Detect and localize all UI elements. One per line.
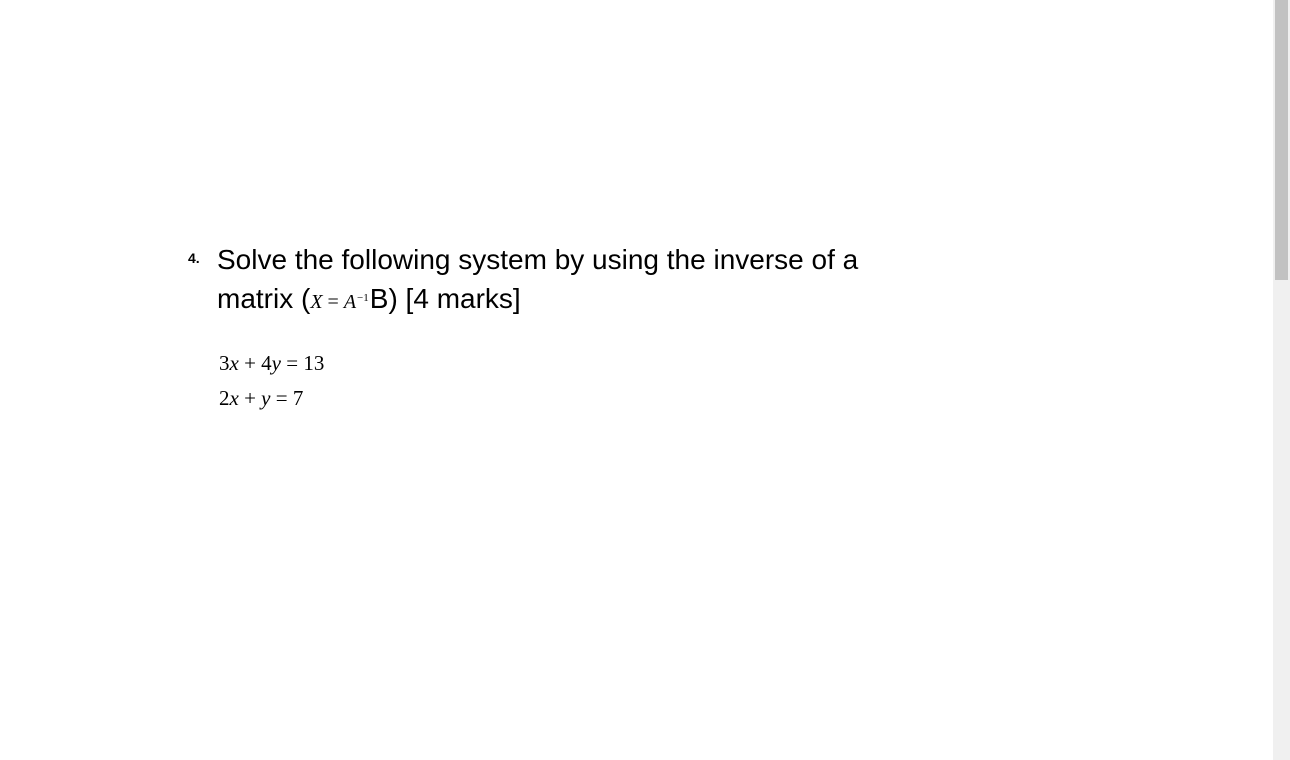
question-text-matrix: matrix (: [217, 283, 310, 314]
eq1-x: x: [230, 351, 239, 375]
equation-1: 3x + 4y = 13: [219, 346, 1089, 381]
scrollbar-track[interactable]: [1273, 0, 1290, 760]
eq1-rhs: = 13: [281, 351, 324, 375]
eq2-plus: +: [239, 386, 261, 410]
eq1-coef1: 3: [219, 351, 230, 375]
formula-exponent: −1: [357, 292, 369, 304]
question-line-1: Solve the following system by using the …: [217, 240, 1089, 279]
question-block: 4. Solve the following system by using t…: [189, 240, 1089, 416]
formula-A: A: [344, 291, 356, 313]
question-line-2: matrix (X = A−1B) [4 marks]: [217, 279, 1089, 318]
document-page: 4. Solve the following system by using t…: [0, 0, 1270, 760]
formula-equals: =: [323, 291, 344, 313]
formula-inline: X = A−1B: [310, 291, 388, 313]
scrollbar-thumb[interactable]: [1275, 0, 1288, 280]
eq1-y: y: [272, 351, 281, 375]
eq1-coef2: + 4: [239, 351, 272, 375]
question-number: 4.: [188, 250, 200, 266]
equation-2: 2x + y = 7: [219, 381, 1089, 416]
question-marks: ) [4 marks]: [388, 283, 520, 314]
question-text: Solve the following system by using the …: [217, 240, 1089, 318]
eq2-y: y: [261, 386, 270, 410]
eq2-x: x: [230, 386, 239, 410]
eq2-coef1: 2: [219, 386, 230, 410]
eq2-rhs: = 7: [271, 386, 304, 410]
system-equations: 3x + 4y = 13 2x + y = 7: [219, 346, 1089, 415]
formula-X: X: [310, 291, 322, 313]
formula-B: B: [370, 283, 389, 314]
